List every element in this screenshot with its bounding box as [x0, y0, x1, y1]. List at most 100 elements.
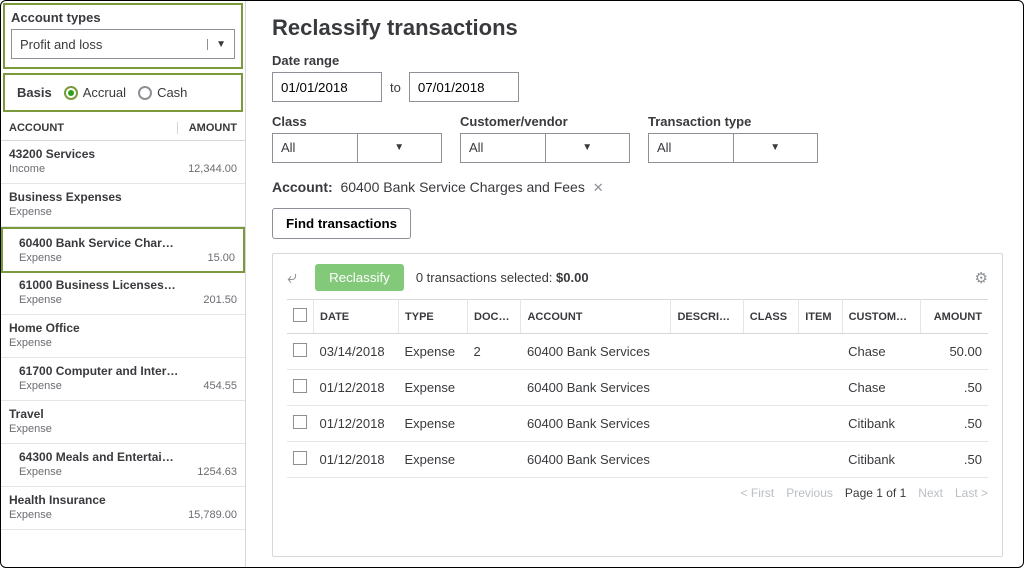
basis-radio-cash[interactable]: Cash — [138, 85, 187, 100]
date-start-input[interactable] — [272, 72, 382, 102]
cell-type: Expense — [399, 406, 468, 442]
find-transactions-button[interactable]: Find transactions — [272, 208, 411, 239]
date-end-input[interactable] — [409, 72, 519, 102]
account-types-label: Account types — [11, 10, 235, 25]
sidebar-account-item[interactable]: Home OfficeExpense — [1, 315, 245, 358]
account-amount: 15,789.00 — [188, 509, 237, 521]
radio-icon — [138, 86, 152, 100]
cell-amount: .50 — [921, 406, 988, 442]
account-type: Expense — [9, 206, 52, 218]
chevron-down-icon: ▼ — [733, 134, 818, 162]
col-account[interactable]: ACCOUNT — [521, 300, 671, 334]
cell-amount: .50 — [921, 442, 988, 478]
col-amount: AMOUNT — [177, 122, 237, 134]
cell-date: 03/14/2018 — [314, 334, 399, 370]
account-amount: 201.50 — [203, 294, 237, 306]
col-type[interactable]: TYPE — [399, 300, 468, 334]
pager-last[interactable]: Last > — [955, 486, 988, 500]
sidebar-account-item[interactable]: 61700 Computer and InternetExpense454.55 — [1, 358, 245, 401]
account-type: Expense — [19, 380, 62, 392]
gear-icon[interactable]: ⚙ — [975, 269, 988, 287]
customer-select[interactable]: All ▼ — [460, 133, 630, 163]
account-type: Expense — [9, 509, 52, 521]
sidebar-account-item[interactable]: 43200 Services Income 12,344.00 — [1, 141, 245, 184]
date-range-filter: Date range to — [272, 53, 519, 102]
col-item[interactable]: ITEM — [799, 300, 842, 334]
cell-custom: Chase — [842, 370, 921, 406]
account-amount: 15.00 — [207, 252, 235, 264]
sidebar-account-item[interactable]: 60400 Bank Service Charges and …Expense1… — [1, 227, 245, 273]
cell-item — [799, 406, 842, 442]
account-filter: Account: 60400 Bank Service Charges and … — [272, 179, 1003, 196]
select-all-checkbox[interactable] — [293, 308, 307, 322]
account-type: Expense — [19, 252, 62, 264]
table-row[interactable]: 01/12/2018Expense60400 Bank ServicesChas… — [287, 370, 988, 406]
row-checkbox[interactable] — [293, 379, 307, 393]
cell-class — [743, 442, 798, 478]
sidebar-account-item[interactable]: Health Insurance Expense 15,789.00 — [1, 487, 245, 530]
cell-date: 01/12/2018 — [314, 406, 399, 442]
col-custom[interactable]: CUSTOM… — [842, 300, 921, 334]
sort-icon[interactable]: ⤶ — [287, 267, 303, 288]
sidebar-account-item[interactable]: 61000 Business Licenses and Fees Expense 2… — [1, 272, 245, 315]
pager-prev[interactable]: Previous — [786, 486, 833, 500]
reclassify-button[interactable]: Reclassify — [315, 264, 404, 291]
col-class[interactable]: CLASS — [743, 300, 798, 334]
account-amount: 12,344.00 — [188, 163, 237, 175]
cell-class — [743, 406, 798, 442]
account-amount: 454.55 — [203, 380, 237, 392]
selection-info: 0 transactions selected: $0.00 — [416, 270, 589, 285]
col-date[interactable]: DATE — [314, 300, 399, 334]
cell-date: 01/12/2018 — [314, 370, 399, 406]
table-row[interactable]: 01/12/2018Expense60400 Bank ServicesCiti… — [287, 442, 988, 478]
pager-next[interactable]: Next — [918, 486, 943, 500]
account-filter-label: Account: — [272, 179, 333, 195]
sidebar-account-item[interactable]: 64300 Meals and EntertainmentExpense1254… — [1, 444, 245, 487]
cell-custom: Citibank — [842, 442, 921, 478]
cell-descri — [671, 442, 743, 478]
basis-radio-accrual[interactable]: Accrual — [64, 85, 126, 100]
account-type: Expense — [19, 294, 62, 306]
cell-date: 01/12/2018 — [314, 442, 399, 478]
account-name: 43200 Services — [9, 147, 95, 161]
transactions-table: DATE TYPE DOC… ACCOUNT DESCRI… CLASS ITE… — [287, 299, 988, 478]
account-name: Health Insurance — [9, 493, 106, 507]
table-row[interactable]: 03/14/2018Expense260400 Bank ServicesCha… — [287, 334, 988, 370]
pager-first[interactable]: < First — [741, 486, 775, 500]
col-descri[interactable]: DESCRI… — [671, 300, 743, 334]
txtype-label: Transaction type — [648, 114, 818, 129]
account-name: Home Office — [9, 321, 80, 335]
radio-selected-icon — [64, 86, 78, 100]
account-name: Travel — [9, 407, 44, 421]
col-amount[interactable]: AMOUNT — [921, 300, 988, 334]
table-row[interactable]: 01/12/2018Expense60400 Bank ServicesCiti… — [287, 406, 988, 442]
cell-type: Expense — [399, 334, 468, 370]
close-icon[interactable]: ✕ — [593, 180, 604, 195]
chevron-down-icon: ▼ — [545, 134, 630, 162]
sidebar-account-item[interactable]: TravelExpense — [1, 401, 245, 444]
row-checkbox[interactable] — [293, 343, 307, 357]
chevron-down-icon: ▼ — [207, 39, 226, 50]
main-panel: Reclassify transactions Date range to Cl… — [246, 1, 1023, 567]
cell-custom: Chase — [842, 334, 921, 370]
row-checkbox[interactable] — [293, 415, 307, 429]
account-name: 61000 Business Licenses and Fees — [19, 278, 179, 292]
page-title: Reclassify transactions — [272, 15, 1003, 41]
account-type: Income — [9, 163, 45, 175]
cell-descri — [671, 370, 743, 406]
cell-class — [743, 370, 798, 406]
account-list-header: ACCOUNT AMOUNT — [1, 114, 245, 141]
basis-label: Basis — [17, 85, 52, 100]
cell-descri — [671, 406, 743, 442]
sidebar-account-item[interactable]: Business Expenses Expense — [1, 184, 245, 227]
date-range-label: Date range — [272, 53, 519, 68]
col-doc[interactable]: DOC… — [468, 300, 521, 334]
class-select[interactable]: All ▼ — [272, 133, 442, 163]
basis-group: Basis Accrual Cash — [3, 73, 243, 112]
txtype-select[interactable]: All ▼ — [648, 133, 818, 163]
cell-account: 60400 Bank Services — [521, 334, 671, 370]
account-types-select[interactable]: Profit and loss ▼ — [11, 29, 235, 59]
cell-amount: 50.00 — [921, 334, 988, 370]
row-checkbox[interactable] — [293, 451, 307, 465]
account-name: Business Expenses — [9, 190, 122, 204]
